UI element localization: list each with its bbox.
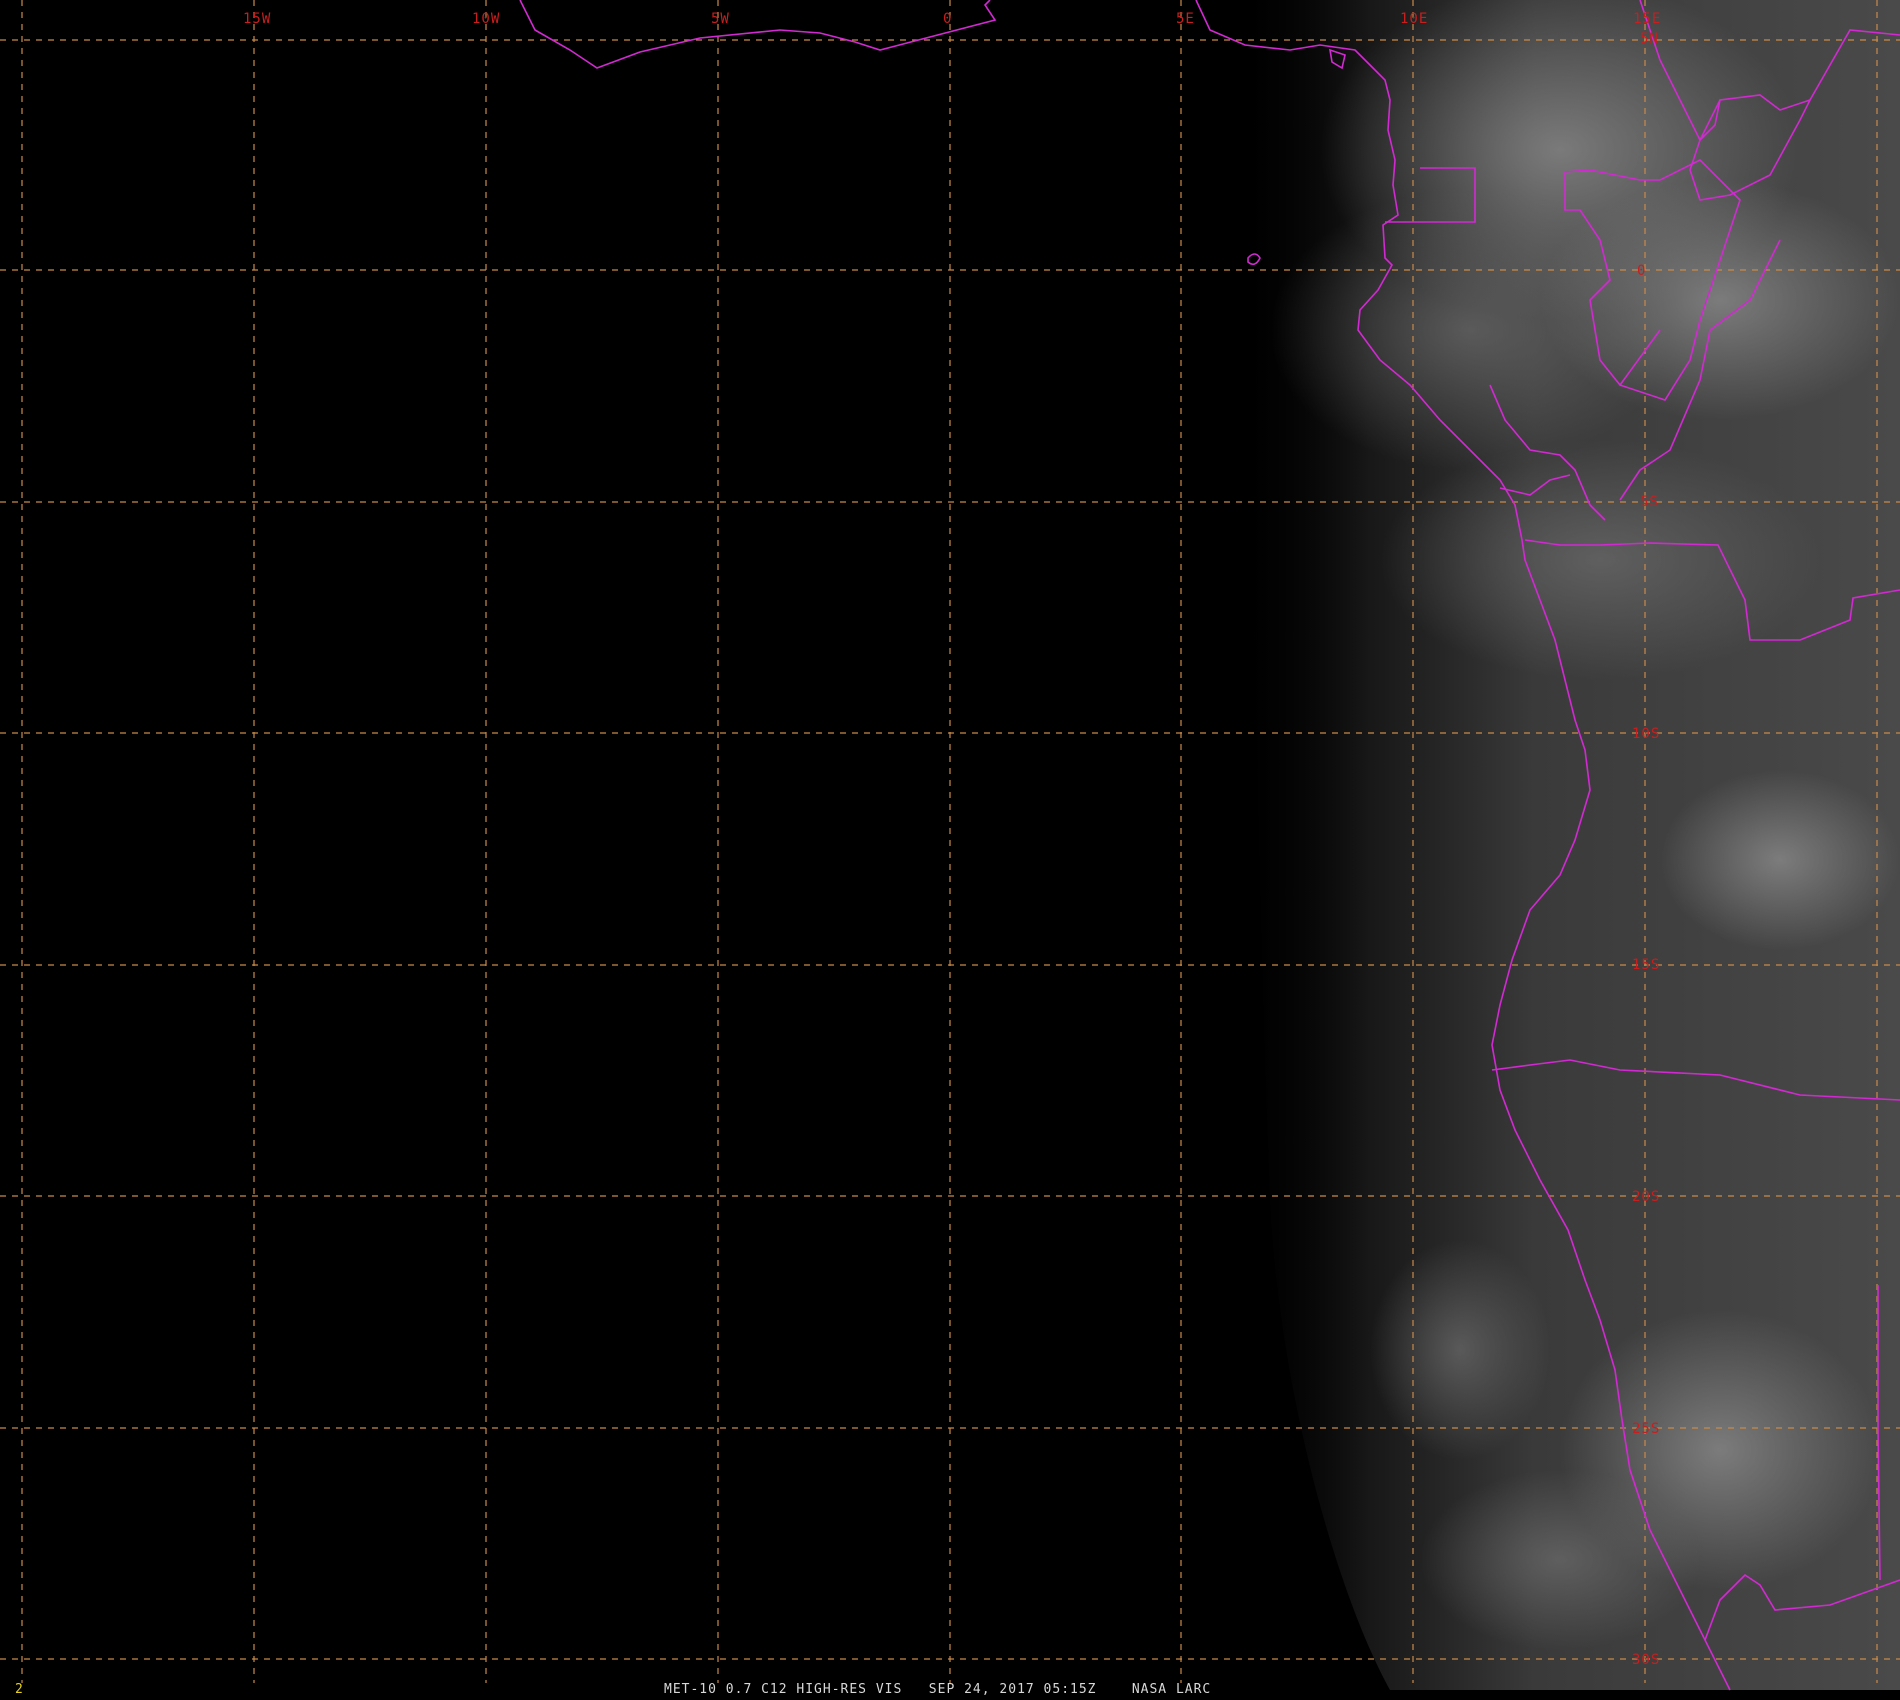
lon-label-15w: 15W bbox=[243, 11, 271, 27]
lat-label-30s: 30S bbox=[1632, 1652, 1660, 1668]
satellite-map: 15W 10W 5W 0 5E 10E 15E 5N 0 5S 10S 15S … bbox=[0, 0, 1900, 1691]
lat-label-15s: 15S bbox=[1632, 957, 1660, 973]
image-caption: MET-10 0.7 C12 HIGH-RES VIS SEP 24, 2017… bbox=[664, 1682, 1212, 1697]
lon-label-10w: 10W bbox=[472, 11, 500, 27]
lon-label-5w: 5W bbox=[711, 11, 730, 27]
satellite-imagery bbox=[1235, 0, 1900, 1690]
image-footer: 2 MET-10 0.7 C12 HIGH-RES VIS SEP 24, 20… bbox=[0, 1680, 1900, 1700]
lat-label-25s: 25S bbox=[1632, 1421, 1660, 1437]
lat-label-5s: 5S bbox=[1640, 494, 1659, 510]
lat-label-10s: 10S bbox=[1632, 726, 1660, 742]
frame-number: 2 bbox=[15, 1682, 24, 1697]
lat-label-20s: 20S bbox=[1632, 1189, 1660, 1205]
lon-label-5e: 5E bbox=[1176, 11, 1195, 27]
lon-label-10e: 10E bbox=[1400, 11, 1428, 27]
lat-label-0: 0 bbox=[1637, 263, 1646, 279]
lon-label-0: 0 bbox=[943, 11, 952, 27]
west-africa-coastline bbox=[519, 0, 997, 69]
lon-label-15e: 15E bbox=[1633, 11, 1661, 27]
lat-label-5n: 5N bbox=[1640, 31, 1659, 47]
